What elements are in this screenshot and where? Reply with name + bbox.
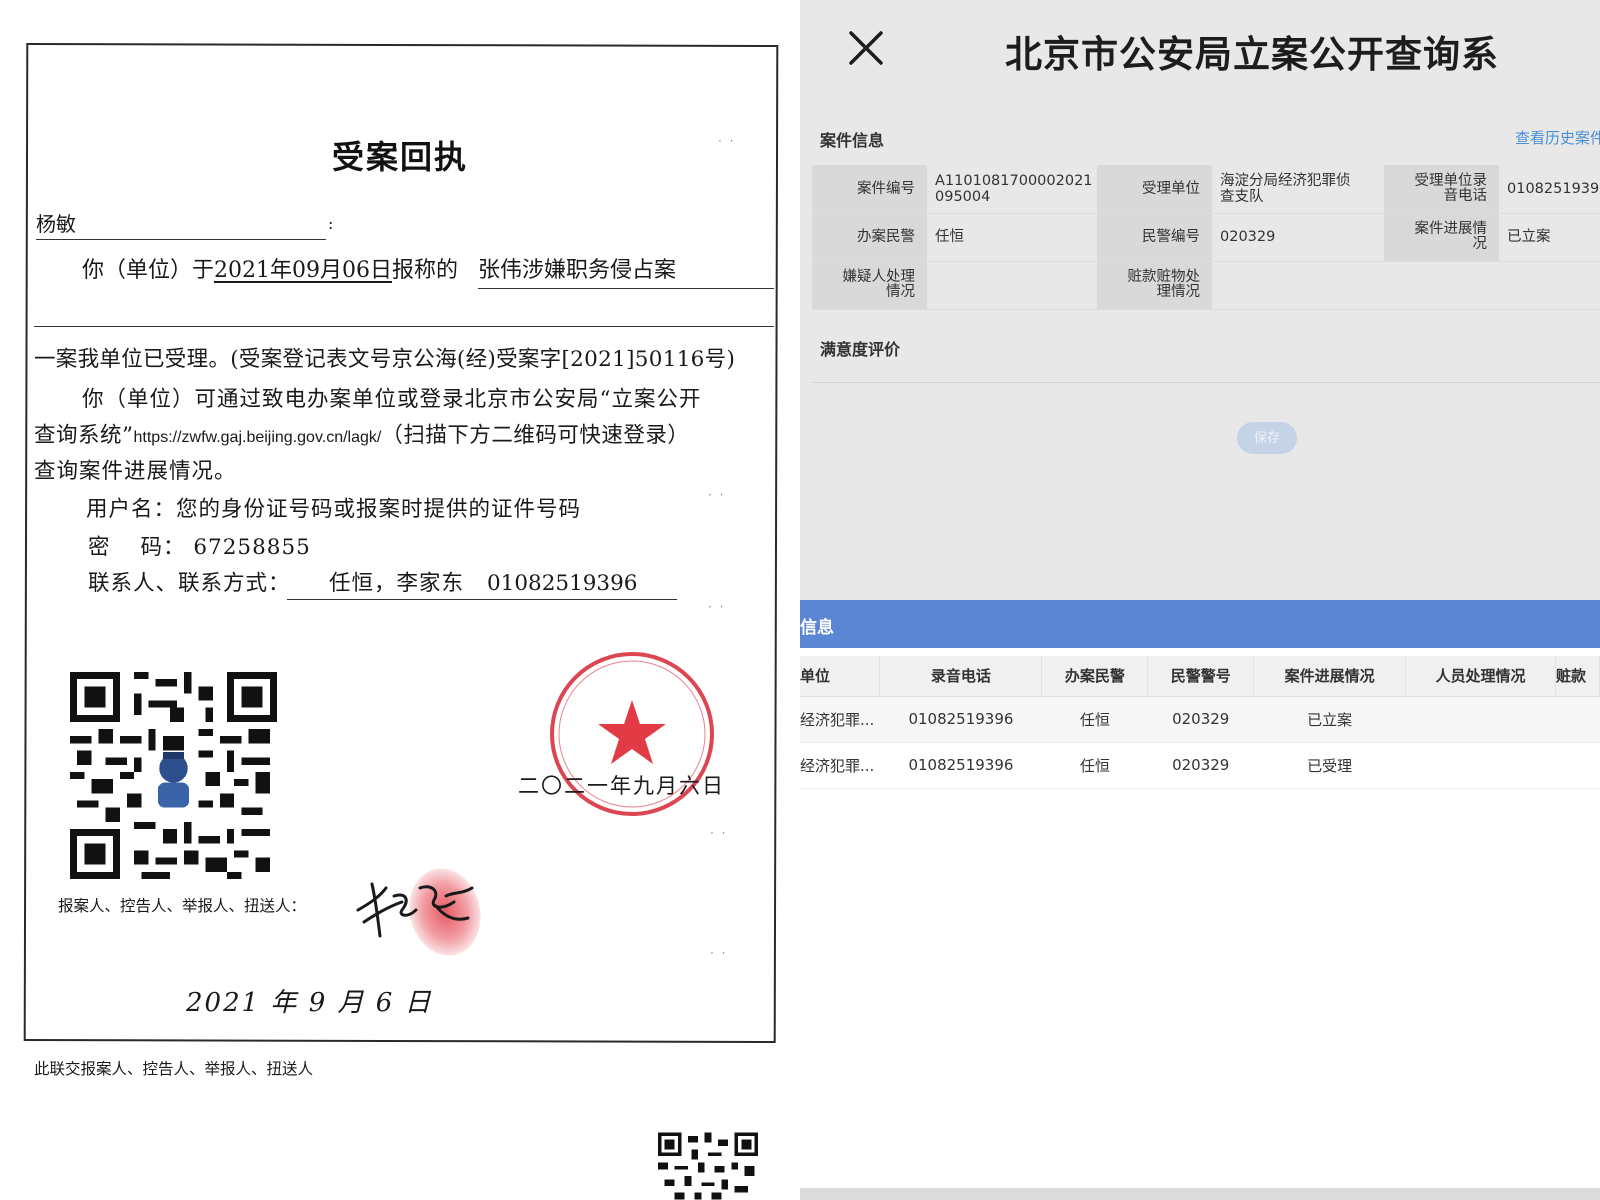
process-header-row: 单位 录音电话 办案民警 民警警号 案件进展情况 人员处理情况 赃款 [800, 656, 1600, 697]
col-officer: 办案民警 [1041, 656, 1149, 697]
officer-value: 任恒 [927, 213, 1097, 262]
query-instructions-line: 你（单位）可通过致电办案单位或登录北京市公安局“立案公开 [82, 387, 702, 412]
cell-unit: 经济犯罪... [800, 742, 880, 789]
line1-prefix: 你（单位）于 [82, 258, 215, 283]
password-line: 密 码： 67258855 [88, 530, 311, 561]
badge-value: 020329 [1212, 213, 1384, 262]
receipt-title: 受案回执 [331, 138, 468, 176]
cell-progress: 已立案 [1253, 696, 1406, 743]
cell-badge: 020329 [1147, 742, 1254, 789]
cell-unit: 经济犯罪... [800, 696, 880, 743]
reporter-label: 报案人、控告人、举报人、扭送人： [58, 897, 307, 915]
stolen-goods-label: 赃款赃物处 理情况 [1097, 261, 1212, 310]
small-qr-code-icon [658, 1132, 758, 1200]
unit-value: 海淀分局经济犯罪侦 查支队 [1212, 165, 1384, 214]
signature-icon [356, 882, 474, 938]
process-section-title: 信息 [800, 618, 834, 638]
cell-phone: 01082519396 [879, 696, 1042, 743]
report-date-line: 你（单位）于2021年09月06日报称的 [82, 252, 458, 284]
process-section-header: 信息 [800, 600, 1600, 648]
case-info-row: 嫌疑人处理 情况 赃款赃物处 理情况 [812, 261, 1600, 310]
password-value: 67258855 [193, 535, 311, 560]
seal-date: 二〇二一年九月六日 [518, 774, 725, 798]
cell-stolen [1555, 742, 1600, 789]
col-person: 人员处理情况 [1405, 656, 1556, 697]
unit-label: 受理单位 [1097, 165, 1212, 214]
case-no-label: 案件编号 [812, 165, 927, 214]
bottom-scroll-bar [800, 1188, 1600, 1200]
case-no-value: A1101081700002021 095004 [927, 165, 1097, 214]
contact-value: 任恒，李家东 01082519396 [287, 566, 677, 600]
cell-person [1405, 742, 1556, 789]
case-name: 张伟涉嫌职务侵占案 [478, 252, 774, 289]
contact-label: 联系人、联系方式： [88, 571, 291, 596]
case-info-table: 案件编号 A1101081700002021 095004 受理单位 海淀分局经济… [812, 165, 1600, 310]
query-progress-line: 查询案件进展情况。 [34, 459, 237, 484]
case-info-row: 办案民警 任恒 民警编号 020329 案件进展情况 已立案 [812, 213, 1600, 262]
col-stolen: 赃款 [1555, 656, 1600, 697]
line1-mid: 报称的 [392, 258, 459, 283]
unit-phone-label: 受理单位录 音电话 [1384, 165, 1499, 214]
contact-names: 任恒，李家东 [329, 571, 465, 596]
suspect-value [927, 261, 1097, 310]
signed-date: 2021 年 9 月 6 日 [186, 988, 433, 1018]
col-progress: 案件进展情况 [1253, 656, 1407, 697]
col-phone: 录音电话 [879, 656, 1043, 697]
cell-person [1405, 696, 1556, 743]
blank-line [34, 326, 774, 327]
close-icon[interactable] [848, 30, 884, 66]
query-url-line: 查询系统”https://zwfw.gaj.beijing.gov.cn/lag… [34, 418, 689, 449]
officer-label: 办案民警 [812, 213, 927, 262]
cell-officer: 任恒 [1041, 696, 1148, 743]
cell-badge: 020329 [1147, 696, 1254, 743]
cell-progress: 已受理 [1253, 742, 1406, 789]
app-title: 北京市公安局立案公开查询系 [1005, 33, 1499, 76]
qr-code-icon [70, 672, 277, 879]
suspect-label: 嫌疑人处理 情况 [812, 261, 927, 310]
col-badge: 民警警号 [1147, 656, 1255, 697]
report-date: 2021年09月06日 [214, 258, 392, 283]
save-button[interactable]: 保存 [1237, 422, 1297, 454]
query-app-screenshot: 北京市公安局立案公开查询系 案件信息 查看历史案件 案件编号 A11010817… [800, 0, 1600, 1200]
cell-officer: 任恒 [1041, 742, 1148, 789]
line4-suffix: （扫描下方二维码可快速登录） [381, 423, 690, 448]
case-info-row: 案件编号 A1101081700002021 095004 受理单位 海淀分局经济… [812, 165, 1600, 214]
satisfaction-label: 满意度评价 [820, 340, 901, 359]
col-unit: 单位 [800, 656, 881, 697]
nav-bar: 北京市公安局立案公开查询系 [800, 0, 1600, 100]
addressee-colon: : [328, 214, 334, 233]
history-cases-link[interactable]: 查看历史案件 [1515, 127, 1600, 148]
query-url: https://zwfw.gaj.beijing.gov.cn/lagk/ [133, 429, 382, 446]
process-area: 单位 录音电话 办案民警 民警警号 案件进展情况 人员处理情况 赃款 经济犯罪.… [800, 648, 1600, 1188]
receipt-photo: 受案回执 杨敏 : 你（单位）于2021年09月06日报称的 张伟涉嫌职务侵占案… [0, 0, 800, 1200]
table-row[interactable]: 经济犯罪... 01082519396 任恒 020329 已立案 [800, 696, 1600, 743]
password-label-2: 码： [140, 535, 186, 560]
badge-label: 民警编号 [1097, 213, 1212, 262]
process-table: 单位 录音电话 办案民警 民警警号 案件进展情况 人员处理情况 赃款 经济犯罪.… [800, 656, 1600, 789]
accepted-line: 一案我单位已受理。(受案登记表文号京公海(经)受案字[2021]50116号) [34, 347, 736, 372]
password-label-1: 密 [88, 535, 111, 560]
stolen-goods-value [1212, 261, 1384, 310]
addressee-name: 杨敏 [36, 208, 326, 240]
footer-note: 此联交报案人、控告人、举报人、扭送人 [34, 1060, 314, 1078]
progress-value: 已立案 [1499, 213, 1600, 262]
line4-prefix: 查询系统” [34, 423, 134, 448]
table-row[interactable]: 经济犯罪... 01082519396 任恒 020329 已受理 [800, 742, 1600, 789]
cell-phone: 01082519396 [879, 742, 1042, 789]
case-info-heading: 案件信息 [820, 131, 885, 150]
progress-label: 案件进展情况 [1384, 213, 1499, 262]
unit-phone-value: 01082519396 [1499, 165, 1600, 214]
username-line: 用户名：您的身份证号码或报案时提供的证件号码 [86, 497, 582, 522]
cell-stolen [1555, 696, 1600, 743]
contact-phone: 01082519396 [487, 571, 638, 596]
